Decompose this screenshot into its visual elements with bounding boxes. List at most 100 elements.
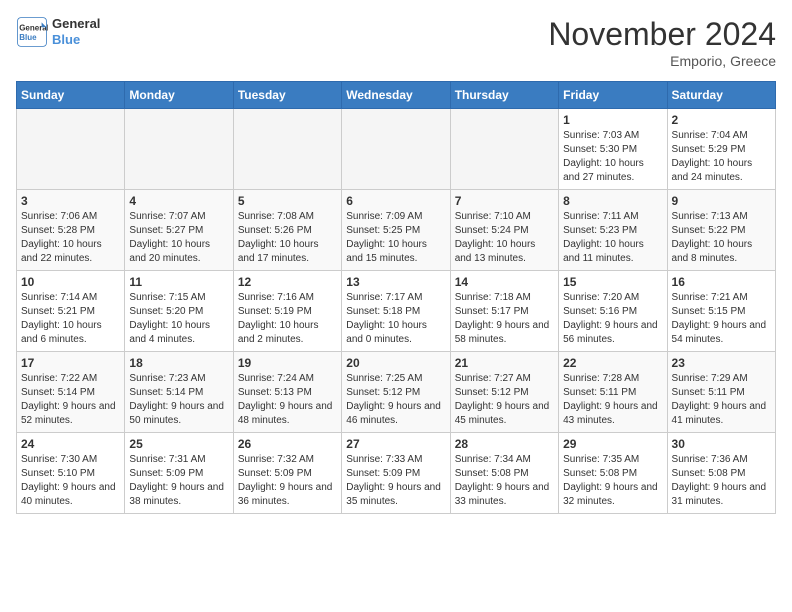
calendar-week-row: 1 Sunrise: 7:03 AM Sunset: 5:30 PM Daylig…	[17, 109, 776, 190]
calendar-cell: 18Sunrise: 7:23 AM Sunset: 5:14 PM Dayli…	[125, 352, 233, 433]
calendar-cell: 22 Sunrise: 7:28 AM Sunset: 5:11 PM Dayli…	[559, 352, 667, 433]
day-info: Sunrise: 7:06 AM Sunset: 5:28 PM Dayligh…	[21, 210, 120, 266]
calendar-cell: 24 Sunrise: 7:30 AM Sunset: 5:10 PM Dayli…	[17, 433, 125, 514]
calendar-cell	[342, 109, 450, 190]
logo-icon: General Blue	[16, 16, 48, 48]
day-info: Sunrise: 7:32 AM Sunset: 5:09 PM Dayligh…	[238, 453, 337, 509]
day-info: Sunrise: 7:30 AM Sunset: 5:10 PM Dayligh…	[21, 453, 120, 509]
calendar-cell	[450, 109, 558, 190]
calendar-cell: 14 Sunrise: 7:18 AM Sunset: 5:17 PM Dayli…	[450, 271, 558, 352]
day-number: 21	[455, 356, 554, 370]
calendar-week-row: 3 Sunrise: 7:06 AM Sunset: 5:28 PM Daylig…	[17, 190, 776, 271]
day-info: Sunrise: 7:09 AM Sunset: 5:25 PM Dayligh…	[346, 210, 445, 266]
day-number: 12	[238, 275, 337, 289]
logo: General Blue General Blue	[16, 16, 100, 48]
svg-text:Blue: Blue	[19, 33, 37, 42]
calendar-cell	[17, 109, 125, 190]
page-header: General Blue General Blue November 2024 …	[16, 16, 776, 69]
calendar-cell: 27Sunrise: 7:33 AM Sunset: 5:09 PM Dayli…	[342, 433, 450, 514]
day-number: 18	[129, 356, 228, 370]
day-info: Sunrise: 7:27 AM Sunset: 5:12 PM Dayligh…	[455, 372, 554, 428]
day-number: 16	[672, 275, 771, 289]
calendar-cell: 17Sunrise: 7:22 AM Sunset: 5:14 PM Dayli…	[17, 352, 125, 433]
calendar-cell: 12 Sunrise: 7:16 AM Sunset: 5:19 PM Dayli…	[233, 271, 341, 352]
calendar-week-row: 24 Sunrise: 7:30 AM Sunset: 5:10 PM Dayli…	[17, 433, 776, 514]
day-number: 6	[346, 194, 445, 208]
day-number: 14	[455, 275, 554, 289]
calendar-cell: 3 Sunrise: 7:06 AM Sunset: 5:28 PM Daylig…	[17, 190, 125, 271]
day-number: 30	[672, 437, 771, 451]
day-number: 19	[238, 356, 337, 370]
day-info: Sunrise: 7:29 AM Sunset: 5:11 PM Dayligh…	[672, 372, 771, 428]
day-info: Sunrise: 7:03 AM Sunset: 5:30 PM Dayligh…	[563, 129, 662, 185]
day-info: Sunrise: 7:10 AM Sunset: 5:24 PM Dayligh…	[455, 210, 554, 266]
day-number: 20	[346, 356, 445, 370]
day-number: 24	[21, 437, 120, 451]
title-block: November 2024 Emporio, Greece	[548, 16, 776, 69]
weekday-header-wednesday: Wednesday	[342, 82, 450, 109]
day-number: 23	[672, 356, 771, 370]
day-number: 25	[129, 437, 228, 451]
day-info: Sunrise: 7:35 AM Sunset: 5:08 PM Dayligh…	[563, 453, 662, 509]
weekday-header-thursday: Thursday	[450, 82, 558, 109]
day-number: 1	[563, 113, 662, 127]
calendar-cell: 26 Sunrise: 7:32 AM Sunset: 5:09 PM Dayli…	[233, 433, 341, 514]
day-info: Sunrise: 7:36 AM Sunset: 5:08 PM Dayligh…	[672, 453, 771, 509]
weekday-header-friday: Friday	[559, 82, 667, 109]
day-info: Sunrise: 7:21 AM Sunset: 5:15 PM Dayligh…	[672, 291, 771, 347]
day-info: Sunrise: 7:11 AM Sunset: 5:23 PM Dayligh…	[563, 210, 662, 266]
weekday-header-tuesday: Tuesday	[233, 82, 341, 109]
weekday-header-monday: Monday	[125, 82, 233, 109]
calendar-cell: 29 Sunrise: 7:35 AM Sunset: 5:08 PM Dayli…	[559, 433, 667, 514]
calendar-cell: 11 Sunrise: 7:15 AM Sunset: 5:20 PM Dayli…	[125, 271, 233, 352]
calendar-cell: 13Sunrise: 7:17 AM Sunset: 5:18 PM Dayli…	[342, 271, 450, 352]
day-number: 10	[21, 275, 120, 289]
day-info: Sunrise: 7:34 AM Sunset: 5:08 PM Dayligh…	[455, 453, 554, 509]
day-info: Sunrise: 7:28 AM Sunset: 5:11 PM Dayligh…	[563, 372, 662, 428]
day-info: Sunrise: 7:18 AM Sunset: 5:17 PM Dayligh…	[455, 291, 554, 347]
day-number: 11	[129, 275, 228, 289]
calendar-cell: 7 Sunrise: 7:10 AM Sunset: 5:24 PM Daylig…	[450, 190, 558, 271]
day-number: 5	[238, 194, 337, 208]
logo-line1: General	[52, 16, 100, 32]
day-info: Sunrise: 7:07 AM Sunset: 5:27 PM Dayligh…	[129, 210, 228, 266]
calendar-cell: 20 Sunrise: 7:25 AM Sunset: 5:12 PM Dayli…	[342, 352, 450, 433]
calendar-week-row: 17Sunrise: 7:22 AM Sunset: 5:14 PM Dayli…	[17, 352, 776, 433]
day-number: 3	[21, 194, 120, 208]
calendar-cell: 5 Sunrise: 7:08 AM Sunset: 5:26 PM Daylig…	[233, 190, 341, 271]
calendar-cell: 15 Sunrise: 7:20 AM Sunset: 5:16 PM Dayli…	[559, 271, 667, 352]
calendar-week-row: 10 Sunrise: 7:14 AM Sunset: 5:21 PM Dayli…	[17, 271, 776, 352]
day-info: Sunrise: 7:25 AM Sunset: 5:12 PM Dayligh…	[346, 372, 445, 428]
weekday-header-row: SundayMondayTuesdayWednesdayThursdayFrid…	[17, 82, 776, 109]
logo-line2: Blue	[52, 32, 100, 48]
weekday-header-saturday: Saturday	[667, 82, 775, 109]
calendar-cell: 4Sunrise: 7:07 AM Sunset: 5:27 PM Daylig…	[125, 190, 233, 271]
day-info: Sunrise: 7:04 AM Sunset: 5:29 PM Dayligh…	[672, 129, 771, 185]
day-info: Sunrise: 7:20 AM Sunset: 5:16 PM Dayligh…	[563, 291, 662, 347]
day-info: Sunrise: 7:14 AM Sunset: 5:21 PM Dayligh…	[21, 291, 120, 347]
day-number: 13	[346, 275, 445, 289]
calendar-cell: 9Sunrise: 7:13 AM Sunset: 5:22 PM Daylig…	[667, 190, 775, 271]
day-number: 28	[455, 437, 554, 451]
calendar-cell: 21 Sunrise: 7:27 AM Sunset: 5:12 PM Dayli…	[450, 352, 558, 433]
day-info: Sunrise: 7:24 AM Sunset: 5:13 PM Dayligh…	[238, 372, 337, 428]
day-info: Sunrise: 7:15 AM Sunset: 5:20 PM Dayligh…	[129, 291, 228, 347]
day-info: Sunrise: 7:16 AM Sunset: 5:19 PM Dayligh…	[238, 291, 337, 347]
day-number: 7	[455, 194, 554, 208]
day-info: Sunrise: 7:33 AM Sunset: 5:09 PM Dayligh…	[346, 453, 445, 509]
day-number: 15	[563, 275, 662, 289]
day-number: 26	[238, 437, 337, 451]
day-number: 29	[563, 437, 662, 451]
weekday-header-sunday: Sunday	[17, 82, 125, 109]
calendar-cell	[125, 109, 233, 190]
day-number: 22	[563, 356, 662, 370]
day-info: Sunrise: 7:31 AM Sunset: 5:09 PM Dayligh…	[129, 453, 228, 509]
day-number: 9	[672, 194, 771, 208]
day-number: 2	[672, 113, 771, 127]
calendar-cell: 10 Sunrise: 7:14 AM Sunset: 5:21 PM Dayli…	[17, 271, 125, 352]
location: Emporio, Greece	[548, 53, 776, 69]
calendar-cell: 8Sunrise: 7:11 AM Sunset: 5:23 PM Daylig…	[559, 190, 667, 271]
calendar-cell: 16 Sunrise: 7:21 AM Sunset: 5:15 PM Dayli…	[667, 271, 775, 352]
calendar-cell: 25 Sunrise: 7:31 AM Sunset: 5:09 PM Dayli…	[125, 433, 233, 514]
day-info: Sunrise: 7:08 AM Sunset: 5:26 PM Dayligh…	[238, 210, 337, 266]
